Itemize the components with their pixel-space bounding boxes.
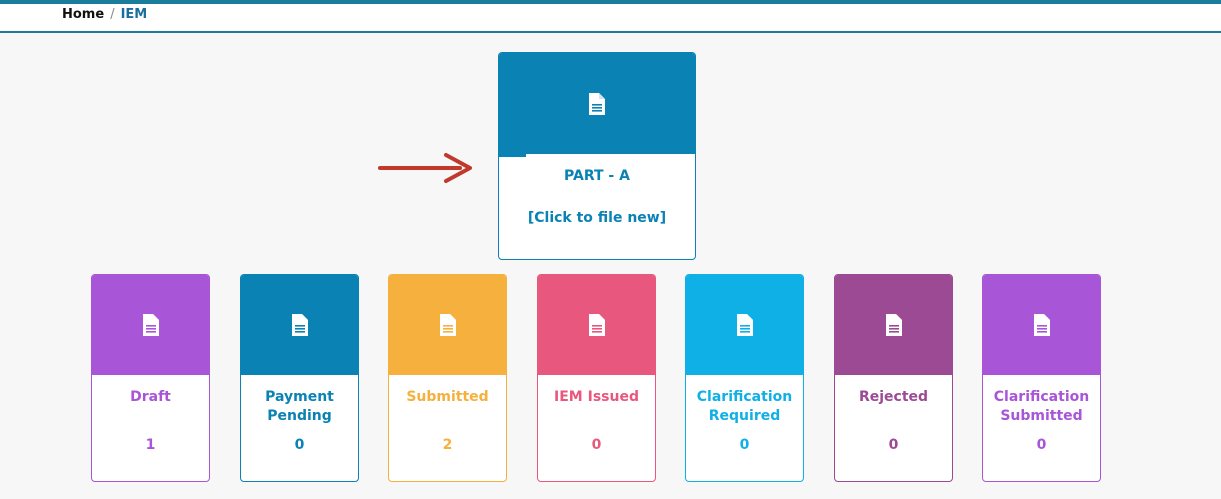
document-icon bbox=[142, 314, 159, 336]
breadcrumb-home[interactable]: Home bbox=[62, 7, 104, 22]
part-a-card[interactable]: PART - A [Click to file new] bbox=[498, 52, 696, 260]
document-icon bbox=[589, 92, 605, 115]
breadcrumb: Home / IEM bbox=[62, 7, 147, 22]
part-a-card-header bbox=[499, 53, 695, 154]
status-card-label: Draft bbox=[130, 389, 171, 405]
status-card-count: 0 bbox=[888, 437, 899, 453]
breadcrumb-current: IEM bbox=[120, 7, 148, 22]
status-card-header bbox=[686, 275, 803, 375]
status-card-count: 0 bbox=[294, 437, 305, 453]
top-bar: Home / IEM bbox=[0, 0, 1221, 33]
file-new-link[interactable]: [Click to file new] bbox=[499, 210, 695, 226]
status-card-label: Submitted bbox=[406, 389, 489, 405]
document-icon bbox=[291, 314, 308, 336]
status-card-label: IEM Issued bbox=[554, 389, 639, 405]
status-card-label: Rejected bbox=[858, 389, 929, 405]
status-card-header bbox=[241, 275, 358, 375]
document-icon bbox=[736, 314, 753, 336]
document-icon bbox=[885, 314, 902, 336]
status-card-label: Clarification Submitted bbox=[993, 389, 1090, 424]
status-card-clarification-submitted[interactable]: Clarification Submitted 0 bbox=[982, 274, 1101, 482]
document-icon bbox=[439, 314, 456, 336]
breadcrumb-separator: / bbox=[110, 7, 115, 22]
status-card-clarification-required[interactable]: Clarification Required 0 bbox=[685, 274, 804, 482]
status-card-header bbox=[389, 275, 506, 375]
status-card-count: 0 bbox=[1036, 437, 1047, 453]
status-card-count: 0 bbox=[591, 437, 602, 453]
status-card-header bbox=[983, 275, 1100, 375]
status-card-label: Payment Pending bbox=[265, 389, 334, 424]
right-arrow-icon bbox=[378, 153, 472, 183]
status-card-header bbox=[92, 275, 209, 375]
status-card-header bbox=[538, 275, 655, 375]
status-card-header bbox=[835, 275, 952, 375]
status-card-rejected[interactable]: Rejected 0 bbox=[834, 274, 953, 482]
status-card-payment-pending[interactable]: Payment Pending 0 bbox=[240, 274, 359, 482]
status-card-count: 1 bbox=[145, 437, 156, 453]
status-card-label: Clarification Required bbox=[696, 389, 793, 424]
status-card-draft[interactable]: Draft 1 bbox=[91, 274, 210, 482]
status-card-count: 0 bbox=[739, 437, 750, 453]
status-card-iem-issued[interactable]: IEM Issued 0 bbox=[537, 274, 656, 482]
document-icon bbox=[1033, 314, 1050, 336]
part-a-notch bbox=[499, 153, 526, 157]
part-a-title: PART - A bbox=[564, 168, 630, 184]
document-icon bbox=[588, 314, 605, 336]
status-card-count: 2 bbox=[442, 437, 453, 453]
status-card-submitted[interactable]: Submitted 2 bbox=[388, 274, 507, 482]
